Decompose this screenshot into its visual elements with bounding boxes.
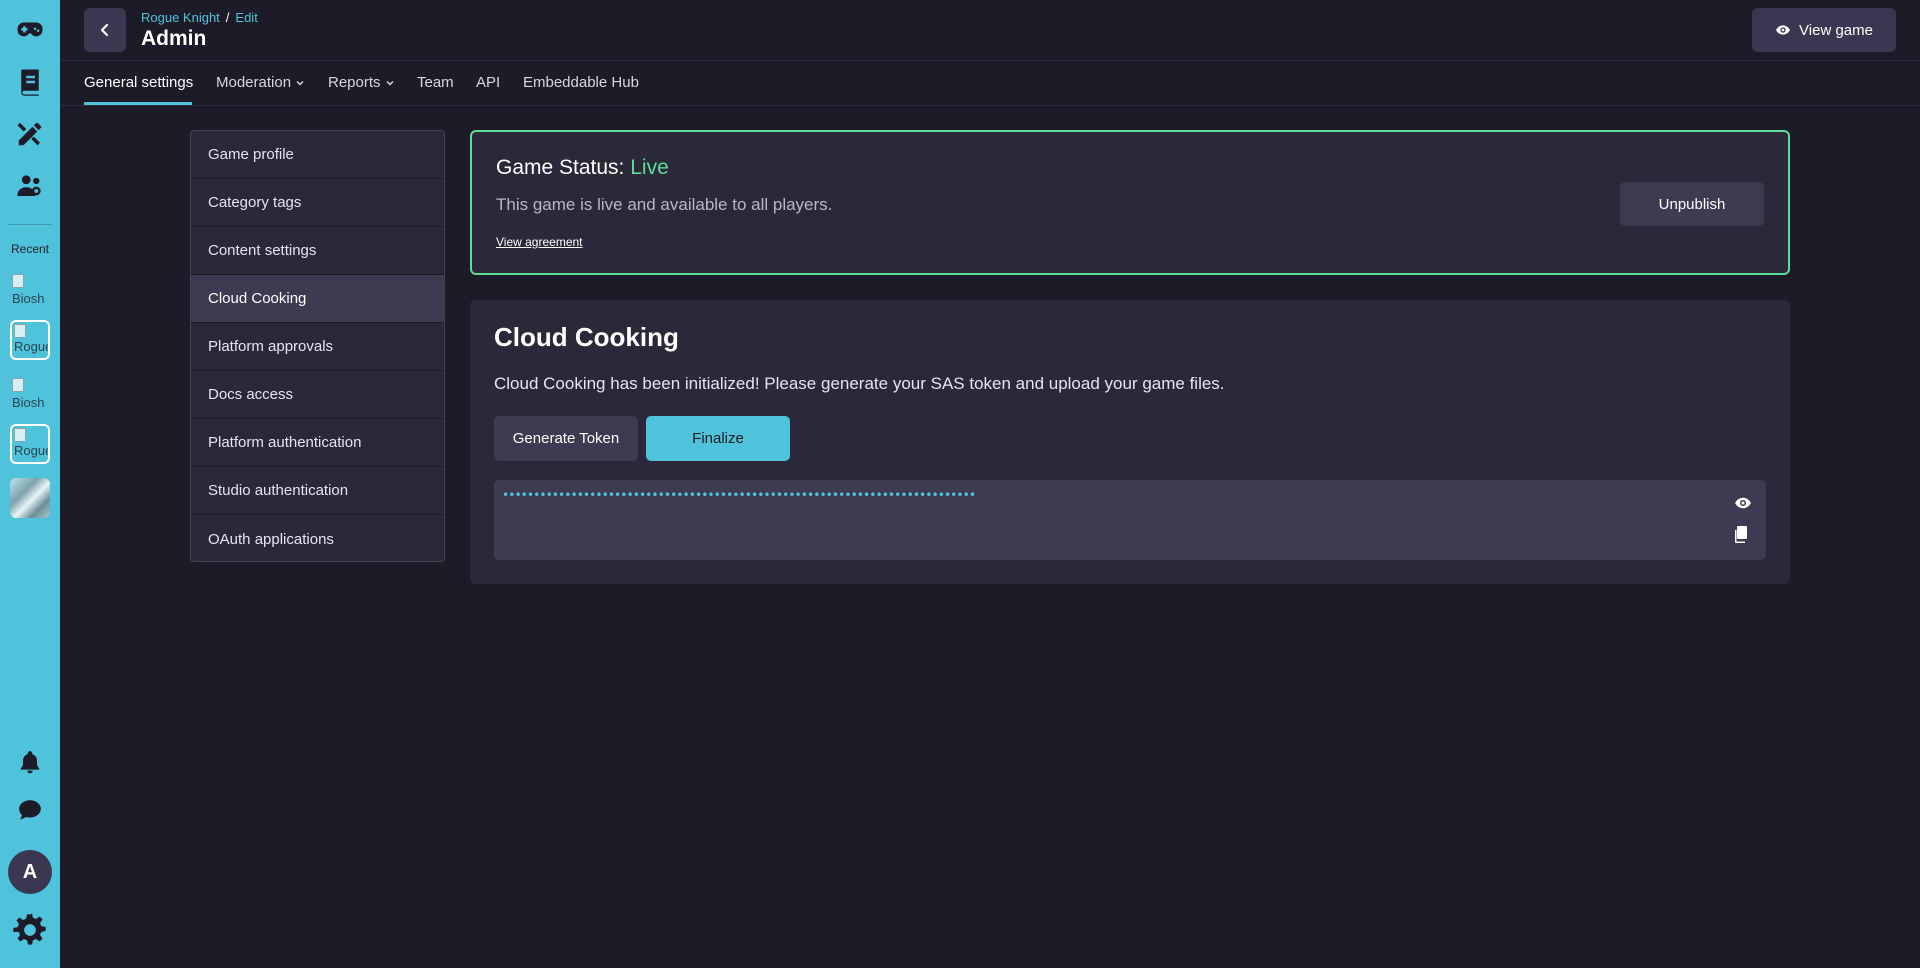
game-status-card: Game Status: Live This game is live and … [470, 130, 1790, 275]
side-menu-item-oauth-applications[interactable]: OAuth applications [191, 515, 444, 561]
breadcrumb-edit-link[interactable]: Edit [235, 10, 257, 25]
active-tab-indicator [84, 102, 192, 105]
tab-api[interactable]: API [476, 74, 500, 91]
tab-label: Reports [328, 74, 381, 91]
game-status-prefix: Game Status: [496, 156, 631, 179]
tab-bar: General settings Moderation Reports Team… [60, 62, 1920, 106]
broken-image-icon [14, 324, 26, 338]
chevron-down-icon [386, 80, 394, 86]
tab-label: Moderation [216, 74, 292, 91]
side-menu-item-content-settings[interactable]: Content settings [191, 227, 444, 275]
generate-token-button[interactable]: Generate Token [494, 416, 638, 461]
recent-game-thumbnail[interactable]: Biosh [10, 376, 50, 416]
recent-game-alt: Rogue [14, 443, 50, 458]
cloud-cooking-title: Cloud Cooking [494, 322, 679, 352]
game-status-description: This game is live and available to all p… [496, 195, 833, 214]
book-icon[interactable] [10, 62, 50, 102]
tab-embeddable-hub[interactable]: Embeddable Hub [523, 74, 639, 91]
back-button[interactable] [84, 8, 126, 52]
gear-icon[interactable] [10, 910, 50, 950]
chat-icon[interactable] [10, 790, 50, 830]
side-menu-item-platform-approvals[interactable]: Platform approvals [191, 323, 444, 371]
tab-moderation[interactable]: Moderation [216, 74, 305, 91]
game-status-value: Live [630, 156, 669, 179]
recent-game-thumbnail[interactable]: Rogue [10, 424, 50, 464]
side-menu-item-studio-authentication[interactable]: Studio authentication [191, 467, 444, 515]
tab-label: Team [417, 74, 454, 91]
side-menu-item-platform-authentication[interactable]: Platform authentication [191, 419, 444, 467]
sas-token-field[interactable]: ••••••••••••••••••••••••••••••••••••••••… [494, 480, 1766, 560]
breadcrumb: Rogue Knight / Edit [141, 10, 258, 25]
recent-game-alt: Biosh [12, 395, 45, 410]
unpublish-button[interactable]: Unpublish [1620, 182, 1764, 226]
breadcrumb-separator: / [225, 10, 230, 25]
finalize-button[interactable]: Finalize [646, 416, 790, 461]
sas-token-masked-value: ••••••••••••••••••••••••••••••••••••••••… [502, 488, 976, 502]
tab-label: Embeddable Hub [523, 74, 639, 91]
tab-label: API [476, 74, 501, 91]
gamepad-icon[interactable] [10, 10, 50, 50]
eye-icon [1776, 25, 1791, 35]
recent-label: Recent [10, 242, 50, 256]
broken-image-icon [12, 378, 24, 392]
tab-general-settings[interactable]: General settings [84, 74, 193, 91]
top-header: Rogue Knight / Edit Admin View game [60, 0, 1920, 61]
user-avatar[interactable]: A [8, 850, 52, 894]
design-tools-icon[interactable] [10, 114, 50, 154]
page-title: Admin [141, 27, 207, 50]
recent-game-image[interactable] [10, 478, 50, 518]
bell-icon[interactable] [10, 742, 50, 782]
chevron-down-icon [296, 80, 304, 86]
chevron-left-icon [100, 23, 109, 37]
tab-reports[interactable]: Reports [328, 74, 395, 91]
view-game-button[interactable]: View game [1752, 8, 1896, 52]
broken-image-icon [14, 428, 26, 442]
team-settings-icon[interactable] [10, 166, 50, 206]
recent-game-alt: Biosh [12, 291, 45, 306]
side-menu-item-cloud-cooking[interactable]: Cloud Cooking [191, 275, 444, 323]
side-menu-item-docs-access[interactable]: Docs access [191, 371, 444, 419]
game-status-title: Game Status: Live [496, 156, 669, 180]
eye-icon[interactable] [1734, 494, 1752, 512]
side-menu-item-game-profile[interactable]: Game profile [191, 131, 444, 179]
copy-icon[interactable] [1734, 526, 1750, 544]
tab-label: General settings [84, 74, 194, 91]
side-menu-item-category-tags[interactable]: Category tags [191, 179, 444, 227]
left-rail: Recent Biosh Rogue Biosh Rogue A [0, 0, 60, 968]
recent-game-thumbnail[interactable]: Rogue [10, 320, 50, 360]
recent-game-thumbnail[interactable]: Biosh [10, 272, 50, 312]
cloud-cooking-card: Cloud Cooking Cloud Cooking has been ini… [470, 300, 1790, 584]
broken-image-icon [12, 274, 24, 288]
breadcrumb-game-link[interactable]: Rogue Knight [141, 10, 220, 25]
view-agreement-link[interactable]: View agreement [496, 235, 583, 249]
cloud-cooking-description: Cloud Cooking has been initialized! Plea… [494, 374, 1225, 393]
rail-divider [8, 224, 52, 225]
view-game-label: View game [1799, 21, 1873, 39]
recent-game-alt: Rogue [14, 339, 50, 354]
settings-side-menu: Game profile Category tags Content setti… [190, 130, 445, 562]
tab-team[interactable]: Team [417, 74, 454, 91]
